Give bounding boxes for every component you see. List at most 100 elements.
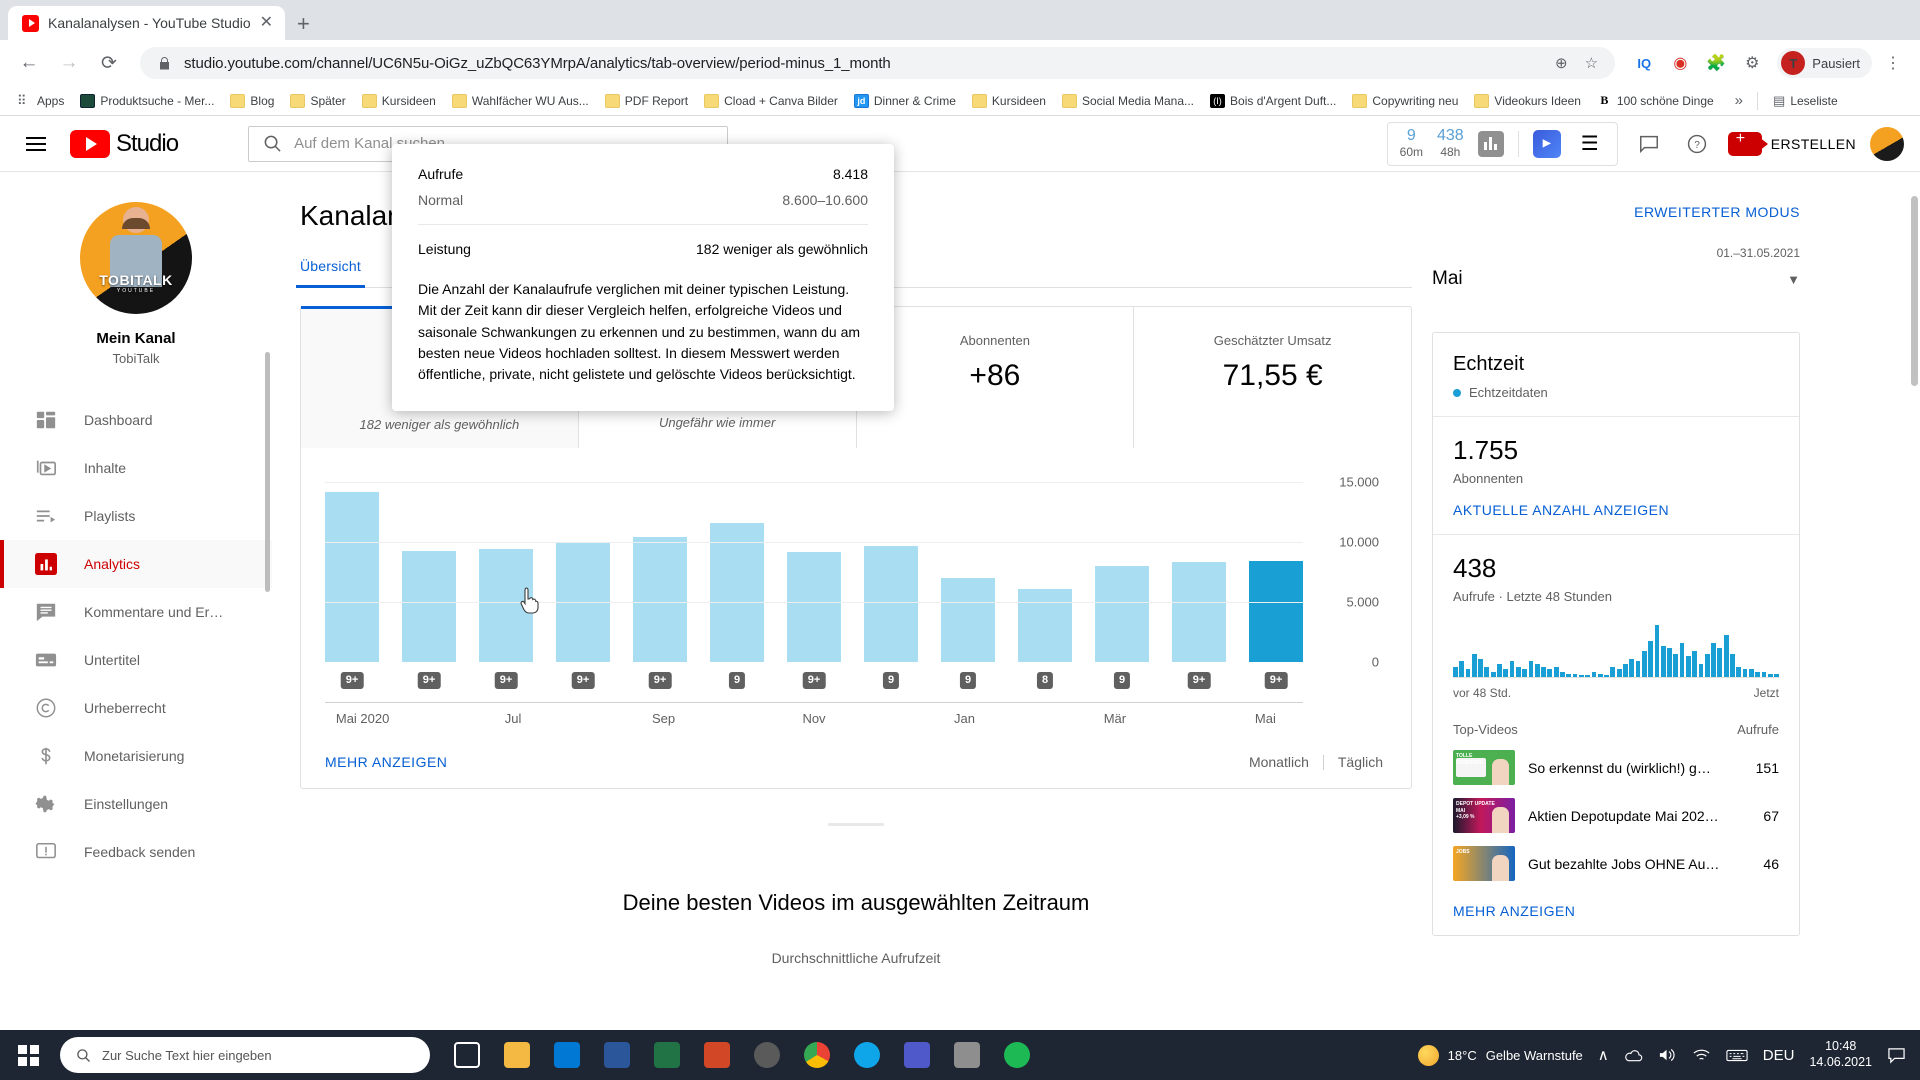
address-bar[interactable]: studio.youtube.com/channel/UC6N5u-OiGz_u… — [140, 47, 1616, 79]
metric-card[interactable]: Abonnenten +86 — [855, 307, 1134, 448]
teams-icon[interactable] — [894, 1032, 940, 1078]
analytics-bars-icon[interactable] — [1477, 130, 1504, 157]
chart-bar[interactable]: 9 — [941, 578, 995, 689]
create-button[interactable]: ERSTELLEN — [1727, 130, 1856, 156]
bookmark-item[interactable]: jd Dinner & Crime — [847, 91, 963, 111]
spotify-icon[interactable] — [994, 1032, 1040, 1078]
keyboard-icon[interactable] — [1726, 1048, 1748, 1063]
bookmark-item[interactable]: Kursideen — [965, 91, 1053, 111]
channel-avatar[interactable]: TOBITALK YOUTUBE — [80, 202, 192, 314]
browser-tab[interactable]: Kanalanalysen - YouTube Studio ✕ — [8, 6, 286, 40]
metric-card[interactable]: Geschätzter Umsatz 71,55 € — [1133, 307, 1411, 448]
disc-icon[interactable] — [744, 1032, 790, 1078]
bookmark-item[interactable]: B 100 schöne Dinge — [1590, 91, 1721, 111]
reload-icon[interactable]: ⟳ — [92, 46, 126, 80]
bookmark-star-icon[interactable]: ☆ — [1581, 53, 1601, 73]
wifi-icon[interactable] — [1692, 1047, 1711, 1063]
help-icon[interactable]: ? — [1680, 127, 1714, 161]
extension-puzzle-icon[interactable]: 🧩 — [1701, 48, 1731, 78]
bookmark-item[interactable]: Wahlfächer WU Aus... — [445, 91, 596, 111]
task-view-icon[interactable] — [444, 1032, 490, 1078]
chart-bar[interactable]: 9 — [1095, 566, 1149, 689]
advanced-mode-link[interactable]: ERWEITERTER MODUS — [1634, 204, 1800, 220]
taskbar-clock[interactable]: 10:48 14.06.2021 — [1809, 1039, 1872, 1070]
photos-icon[interactable] — [944, 1032, 990, 1078]
granularity-daily[interactable]: Täglich — [1338, 754, 1383, 770]
start-button[interactable] — [0, 1030, 56, 1080]
zoom-icon[interactable]: ⊕ — [1551, 53, 1571, 73]
chart-bar[interactable]: 9+ — [1172, 562, 1226, 689]
back-icon[interactable]: ← — [12, 46, 46, 80]
notifications-icon[interactable] — [1887, 1047, 1906, 1064]
forward-icon[interactable]: → — [52, 46, 86, 80]
sidebar-item-monetarisierung[interactable]: Monetarisierung — [0, 732, 272, 780]
tray-expand-icon[interactable]: ∧ — [1598, 1046, 1609, 1064]
top-video-row[interactable]: DEPOT UPDATE MAI +3,09 % Aktien Depotupdate… — [1453, 798, 1779, 833]
chart-bar[interactable]: 9 — [864, 545, 918, 689]
language-indicator[interactable]: DEU — [1763, 1047, 1795, 1064]
bookmark-item[interactable]: PDF Report — [598, 91, 695, 111]
bookmark-item[interactable]: Copywriting neu — [1345, 91, 1465, 111]
hamburger-menu-icon[interactable] — [16, 124, 56, 164]
top-video-row[interactable]: JOBS Gut bezahlte Jobs OHNE Au… 46 — [1453, 846, 1779, 881]
close-tab-icon[interactable]: ✕ — [260, 15, 273, 31]
sidebar-item-dashboard[interactable]: Dashboard — [0, 396, 272, 444]
chat-icon[interactable] — [1632, 127, 1666, 161]
bookmark-item[interactable]: Cload + Canva Bilder — [697, 91, 845, 111]
youtube-studio-logo[interactable]: Studio — [70, 129, 179, 158]
realtime-more-link[interactable]: MEHR ANZEIGEN — [1453, 903, 1575, 919]
top-video-row[interactable]: TOLLE DIVIDENDE So erkennst du (wirklich!)… — [1453, 750, 1779, 785]
chrome-icon[interactable] — [794, 1032, 840, 1078]
tab-übersicht[interactable]: Übersicht — [296, 258, 365, 288]
bookmark-item[interactable]: ⠿ Apps — [10, 91, 71, 111]
chart-bar[interactable]: 8 — [1018, 588, 1072, 689]
reading-list-button[interactable]: ▤ Leseliste — [1766, 90, 1845, 112]
bookmark-item[interactable]: Blog — [223, 91, 281, 111]
granularity-monthly[interactable]: Monatlich — [1249, 754, 1309, 770]
date-period-select[interactable]: Mai ▼ — [1432, 268, 1800, 290]
chrome-menu-icon[interactable]: ⋮ — [1878, 48, 1908, 78]
word-icon[interactable] — [594, 1032, 640, 1078]
list-menu-icon[interactable]: ☰ — [1575, 129, 1605, 159]
tubebuddy-icon[interactable]: ▶ — [1532, 129, 1561, 158]
profile-chip[interactable]: T Pausiert — [1777, 48, 1872, 78]
main-scrollbar[interactable] — [1911, 196, 1918, 386]
sidebar-item-kommentare-und-er[interactable]: Kommentare und Er… — [0, 588, 272, 636]
bookmarks-overflow-icon[interactable]: » — [1729, 92, 1749, 109]
bookmark-item[interactable]: Social Media Mana... — [1055, 91, 1201, 111]
bookmark-item[interactable]: (I) Bois d'Argent Duft... — [1203, 91, 1343, 111]
adblock-icon[interactable]: ◉ — [1665, 48, 1695, 78]
sidebar-item-urheberrecht[interactable]: Urheberrecht — [0, 684, 272, 732]
sidebar-scrollbar[interactable] — [265, 352, 270, 592]
edge-icon[interactable] — [844, 1032, 890, 1078]
realtime-pill[interactable]: 9 60m 438 48h ▶ ☰ — [1386, 121, 1618, 166]
chart-bar[interactable]: 9+ — [325, 491, 379, 689]
sidebar-item-einstellungen[interactable]: Einstellungen — [0, 780, 272, 828]
sidebar-item-feedback-senden[interactable]: Feedback senden — [0, 828, 272, 876]
onedrive-icon[interactable] — [1624, 1048, 1643, 1063]
mail-icon[interactable] — [544, 1032, 590, 1078]
bookmark-item[interactable]: Produktsuche - Mer... — [73, 91, 221, 111]
sidebar-item-playlists[interactable]: Playlists — [0, 492, 272, 540]
powerpoint-icon[interactable] — [694, 1032, 740, 1078]
extensions-icon[interactable]: ⚙ — [1737, 48, 1767, 78]
bookmark-item[interactable]: Kursideen — [355, 91, 443, 111]
account-avatar[interactable] — [1870, 126, 1904, 161]
sidebar-item-untertitel[interactable]: Untertitel — [0, 636, 272, 684]
file-explorer-icon[interactable] — [494, 1032, 540, 1078]
show-current-count-link[interactable]: AKTUELLE ANZAHL ANZEIGEN — [1453, 502, 1669, 518]
chart-bar[interactable]: 9+ — [1249, 560, 1303, 689]
chart-bar[interactable]: 9+ — [633, 537, 687, 689]
sidebar-item-analytics[interactable]: Analytics — [0, 540, 272, 588]
iq-extension-icon[interactable]: IQ — [1629, 48, 1659, 78]
excel-icon[interactable] — [644, 1032, 690, 1078]
chart-bar[interactable]: 9 — [710, 522, 764, 689]
bookmark-item[interactable]: Später — [283, 91, 352, 111]
taskbar-search-input[interactable]: Zur Suche Text hier eingeben — [60, 1037, 430, 1073]
sidebar-item-inhalte[interactable]: Inhalte — [0, 444, 272, 492]
weather-widget[interactable]: 18°C Gelbe Warnstufe — [1417, 1044, 1583, 1066]
chart-bar[interactable]: 9+ — [787, 551, 841, 689]
show-more-link[interactable]: MEHR ANZEIGEN — [325, 754, 447, 770]
bookmark-item[interactable]: Videokurs Ideen — [1467, 91, 1588, 111]
volume-icon[interactable] — [1658, 1047, 1677, 1063]
